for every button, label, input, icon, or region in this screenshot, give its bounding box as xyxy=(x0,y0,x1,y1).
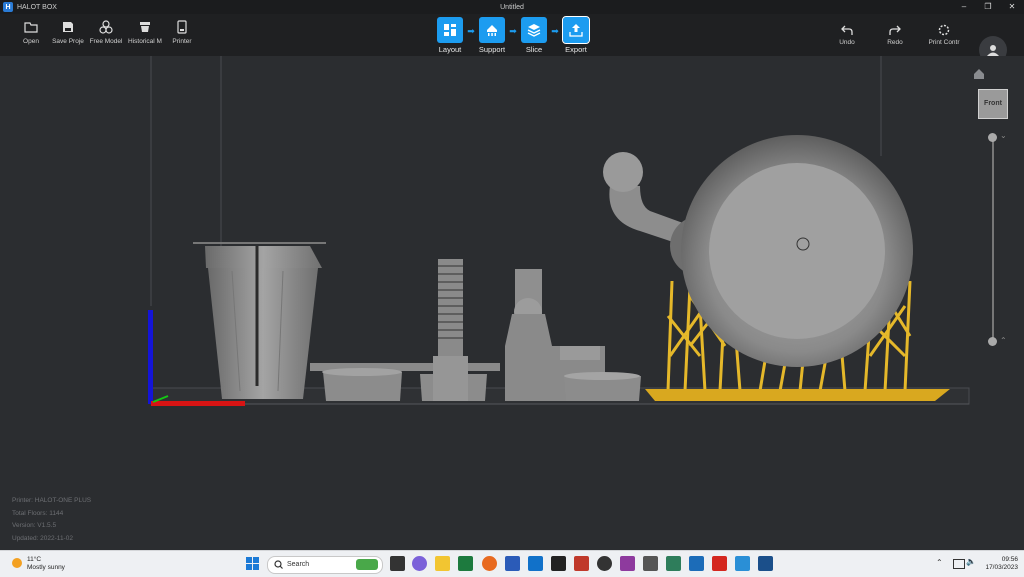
task-view-icon[interactable] xyxy=(390,556,405,571)
main-toolbar: Open Save Proje Free Model Historical M … xyxy=(0,14,1024,64)
free-model-icon xyxy=(99,20,113,34)
chevron-up-icon[interactable]: ⌃ xyxy=(936,558,943,567)
chevron-up-icon[interactable]: ⌃ xyxy=(1000,336,1007,345)
layer-slider-top-handle[interactable] xyxy=(988,133,997,142)
printer-icon xyxy=(177,20,187,34)
redo-icon xyxy=(889,25,901,35)
save-project-button[interactable]: Save Proje xyxy=(48,20,88,45)
restore-icon[interactable]: ❐ xyxy=(976,0,1000,14)
windows-icon xyxy=(246,557,259,570)
close-icon[interactable]: ✕ xyxy=(1000,0,1024,14)
windows-taskbar: 11°C Mostly sunny Search ⌃ 🔈 09:56 17/03 xyxy=(0,550,1024,577)
taskbar-search[interactable]: Search xyxy=(267,556,383,574)
search-highlight-icon xyxy=(356,559,378,570)
halot-box-taskbar-icon[interactable] xyxy=(758,556,773,571)
acrobat-icon[interactable] xyxy=(712,556,727,571)
layer-slider-track[interactable] xyxy=(992,138,994,342)
housing-model xyxy=(603,135,913,367)
weather-widget[interactable]: 11°C Mostly sunny xyxy=(12,556,65,572)
print-control-button[interactable]: Print Contr xyxy=(922,24,966,46)
redo-button[interactable]: Redo xyxy=(873,24,917,46)
historical-model-button[interactable]: Historical M xyxy=(125,20,165,45)
volume-icon[interactable]: 🔈 xyxy=(966,557,976,566)
home-view-icon[interactable] xyxy=(973,68,985,80)
app-icon[interactable] xyxy=(551,556,566,571)
print-control-icon xyxy=(938,24,950,36)
folder-icon xyxy=(24,22,38,33)
app-icon[interactable] xyxy=(597,556,612,571)
app-logo-icon: H xyxy=(3,2,13,12)
arrow-right-icon: ➡ xyxy=(551,26,559,36)
cylinder-part xyxy=(323,372,402,401)
save-icon xyxy=(63,22,73,32)
network-icon[interactable] xyxy=(953,559,965,569)
support-icon xyxy=(487,25,497,36)
app-icon[interactable] xyxy=(666,556,681,571)
sun-icon xyxy=(12,558,22,568)
undo-button[interactable]: Undo xyxy=(825,24,869,46)
export-icon xyxy=(569,24,583,37)
arrow-right-icon: ➡ xyxy=(509,26,517,36)
app-icon[interactable] xyxy=(735,556,750,571)
search-icon xyxy=(274,560,283,569)
app-icon[interactable] xyxy=(689,556,704,571)
firefox-icon[interactable] xyxy=(482,556,497,571)
collet-model xyxy=(193,242,326,399)
layer-slider-bottom-handle[interactable] xyxy=(988,337,997,346)
support-raft xyxy=(645,389,950,401)
excel-icon[interactable] xyxy=(458,556,473,571)
title-bar: H HALOT BOX Untitled – ❐ ✕ xyxy=(0,0,1024,14)
slice-icon xyxy=(527,24,541,37)
user-icon xyxy=(987,45,999,56)
undo-icon xyxy=(841,25,853,35)
3d-viewport[interactable]: Front ⌄ ⌃ xyxy=(0,56,1024,550)
word-icon[interactable] xyxy=(505,556,520,571)
support-step-button[interactable]: Support xyxy=(478,17,506,54)
outlook-icon[interactable] xyxy=(528,556,543,571)
chevron-down-icon[interactable]: ⌄ xyxy=(1000,131,1007,140)
calculator-icon[interactable] xyxy=(643,556,658,571)
scene-canvas xyxy=(148,56,970,406)
window-title: Untitled xyxy=(500,3,524,11)
printer-button[interactable]: Printer xyxy=(162,20,202,45)
minimize-icon[interactable]: – xyxy=(952,0,976,14)
teams-icon[interactable] xyxy=(412,556,427,571)
app-icon[interactable] xyxy=(620,556,635,571)
bolt-model xyxy=(433,259,468,401)
open-button[interactable]: Open xyxy=(11,20,51,45)
layout-icon xyxy=(444,24,456,36)
file-explorer-icon[interactable] xyxy=(435,556,450,571)
export-step-button[interactable]: Export xyxy=(562,16,590,54)
app-icon[interactable] xyxy=(574,556,589,571)
arrow-right-icon: ➡ xyxy=(467,26,475,36)
app-name: HALOT BOX xyxy=(17,3,57,11)
clock[interactable]: 09:56 17/03/2023 xyxy=(985,556,1018,572)
printer-info: Printer: HALOT-ONE PLUS Total Floors: 11… xyxy=(12,497,92,542)
front-view-cube[interactable]: Front xyxy=(978,89,1008,119)
slice-step-button[interactable]: Slice xyxy=(520,17,548,54)
z-axis xyxy=(148,310,153,404)
layout-step-button[interactable]: Layout xyxy=(436,17,464,54)
free-model-button[interactable]: Free Model xyxy=(86,20,126,45)
workflow-steps: Layout ➡ Support ➡ Slice ➡ Export xyxy=(436,16,590,54)
start-button[interactable] xyxy=(245,556,260,571)
history-icon xyxy=(140,22,150,32)
x-axis xyxy=(151,401,245,406)
